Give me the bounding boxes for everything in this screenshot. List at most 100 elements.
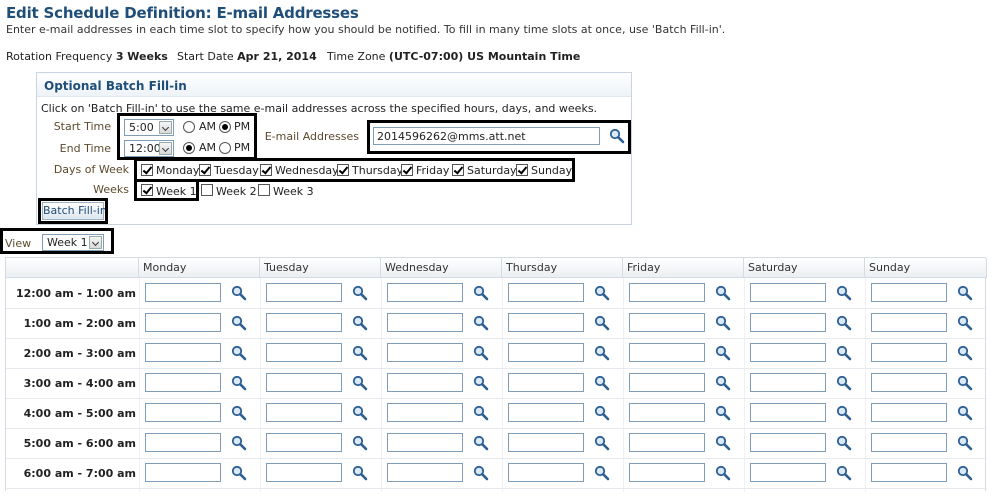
email-slot-input[interactable] bbox=[145, 283, 221, 302]
search-icon[interactable] bbox=[715, 345, 731, 361]
search-icon[interactable] bbox=[352, 465, 368, 481]
email-slot-input[interactable] bbox=[387, 313, 463, 332]
search-icon[interactable] bbox=[594, 405, 610, 421]
email-slot-input[interactable] bbox=[387, 463, 463, 482]
search-icon[interactable] bbox=[473, 465, 489, 481]
search-icon[interactable] bbox=[836, 375, 852, 391]
email-slot-input[interactable] bbox=[629, 433, 705, 452]
email-slot-input[interactable] bbox=[508, 433, 584, 452]
search-icon[interactable] bbox=[594, 375, 610, 391]
search-icon[interactable] bbox=[715, 375, 731, 391]
email-slot-input[interactable] bbox=[387, 283, 463, 302]
email-slot-input[interactable] bbox=[750, 463, 826, 482]
email-slot-input[interactable] bbox=[266, 283, 342, 302]
search-icon[interactable] bbox=[352, 375, 368, 391]
search-icon[interactable] bbox=[473, 435, 489, 451]
search-icon[interactable] bbox=[231, 345, 247, 361]
email-slot-input[interactable] bbox=[266, 373, 342, 392]
email-slot-input[interactable] bbox=[266, 403, 342, 422]
search-icon[interactable] bbox=[715, 405, 731, 421]
search-icon[interactable] bbox=[473, 345, 489, 361]
search-icon[interactable] bbox=[836, 435, 852, 451]
week-checkbox-2[interactable] bbox=[201, 184, 213, 196]
search-icon[interactable] bbox=[352, 345, 368, 361]
search-icon[interactable] bbox=[715, 285, 731, 301]
search-icon[interactable] bbox=[594, 285, 610, 301]
email-slot-input[interactable] bbox=[871, 433, 947, 452]
email-slot-input[interactable] bbox=[871, 283, 947, 302]
email-slot-input[interactable] bbox=[750, 313, 826, 332]
search-icon[interactable] bbox=[594, 315, 610, 331]
email-slot-input[interactable] bbox=[750, 433, 826, 452]
email-slot-input[interactable] bbox=[145, 343, 221, 362]
search-icon[interactable] bbox=[594, 345, 610, 361]
email-slot-input[interactable] bbox=[750, 343, 826, 362]
email-slot-input[interactable] bbox=[145, 403, 221, 422]
search-icon[interactable] bbox=[957, 435, 973, 451]
search-icon[interactable] bbox=[836, 285, 852, 301]
search-icon[interactable] bbox=[473, 315, 489, 331]
email-slot-input[interactable] bbox=[266, 343, 342, 362]
email-slot-input[interactable] bbox=[629, 343, 705, 362]
search-icon[interactable] bbox=[957, 465, 973, 481]
search-icon[interactable] bbox=[473, 405, 489, 421]
email-slot-input[interactable] bbox=[508, 403, 584, 422]
email-slot-input[interactable] bbox=[387, 433, 463, 452]
search-icon[interactable] bbox=[594, 465, 610, 481]
search-icon[interactable] bbox=[836, 345, 852, 361]
email-slot-input[interactable] bbox=[266, 433, 342, 452]
email-slot-input[interactable] bbox=[266, 313, 342, 332]
email-slot-input[interactable] bbox=[266, 463, 342, 482]
search-icon[interactable] bbox=[957, 345, 973, 361]
email-slot-input[interactable] bbox=[387, 373, 463, 392]
email-slot-input[interactable] bbox=[750, 373, 826, 392]
search-icon[interactable] bbox=[352, 405, 368, 421]
search-icon[interactable] bbox=[352, 315, 368, 331]
search-icon[interactable] bbox=[594, 435, 610, 451]
search-icon[interactable] bbox=[352, 435, 368, 451]
search-icon[interactable] bbox=[836, 405, 852, 421]
email-slot-input[interactable] bbox=[629, 403, 705, 422]
email-slot-input[interactable] bbox=[629, 373, 705, 392]
week-checkbox-3[interactable] bbox=[258, 184, 270, 196]
email-slot-input[interactable] bbox=[871, 313, 947, 332]
email-slot-input[interactable] bbox=[629, 463, 705, 482]
search-icon[interactable] bbox=[231, 405, 247, 421]
email-slot-input[interactable] bbox=[629, 283, 705, 302]
search-icon[interactable] bbox=[836, 315, 852, 331]
email-slot-input[interactable] bbox=[750, 283, 826, 302]
email-slot-input[interactable] bbox=[508, 463, 584, 482]
email-slot-input[interactable] bbox=[508, 373, 584, 392]
search-icon[interactable] bbox=[957, 315, 973, 331]
email-slot-input[interactable] bbox=[871, 463, 947, 482]
email-slot-input[interactable] bbox=[387, 403, 463, 422]
email-slot-input[interactable] bbox=[508, 343, 584, 362]
email-slot-input[interactable] bbox=[871, 373, 947, 392]
search-icon[interactable] bbox=[715, 315, 731, 331]
email-slot-input[interactable] bbox=[145, 313, 221, 332]
search-icon[interactable] bbox=[231, 435, 247, 451]
search-icon[interactable] bbox=[957, 375, 973, 391]
email-slot-input[interactable] bbox=[387, 343, 463, 362]
search-icon[interactable] bbox=[715, 435, 731, 451]
search-icon[interactable] bbox=[231, 375, 247, 391]
search-icon[interactable] bbox=[957, 405, 973, 421]
email-slot-input[interactable] bbox=[871, 403, 947, 422]
search-icon[interactable] bbox=[836, 465, 852, 481]
search-icon[interactable] bbox=[715, 465, 731, 481]
email-slot-input[interactable] bbox=[508, 313, 584, 332]
email-slot-input[interactable] bbox=[871, 343, 947, 362]
search-icon[interactable] bbox=[957, 285, 973, 301]
search-icon[interactable] bbox=[231, 315, 247, 331]
search-icon[interactable] bbox=[473, 285, 489, 301]
search-icon[interactable] bbox=[473, 375, 489, 391]
email-slot-input[interactable] bbox=[508, 283, 584, 302]
search-icon[interactable] bbox=[352, 285, 368, 301]
email-slot-input[interactable] bbox=[145, 433, 221, 452]
email-slot-input[interactable] bbox=[750, 403, 826, 422]
search-icon[interactable] bbox=[231, 465, 247, 481]
email-slot-input[interactable] bbox=[629, 313, 705, 332]
email-slot-input[interactable] bbox=[145, 463, 221, 482]
email-slot-input[interactable] bbox=[145, 373, 221, 392]
search-icon[interactable] bbox=[231, 285, 247, 301]
